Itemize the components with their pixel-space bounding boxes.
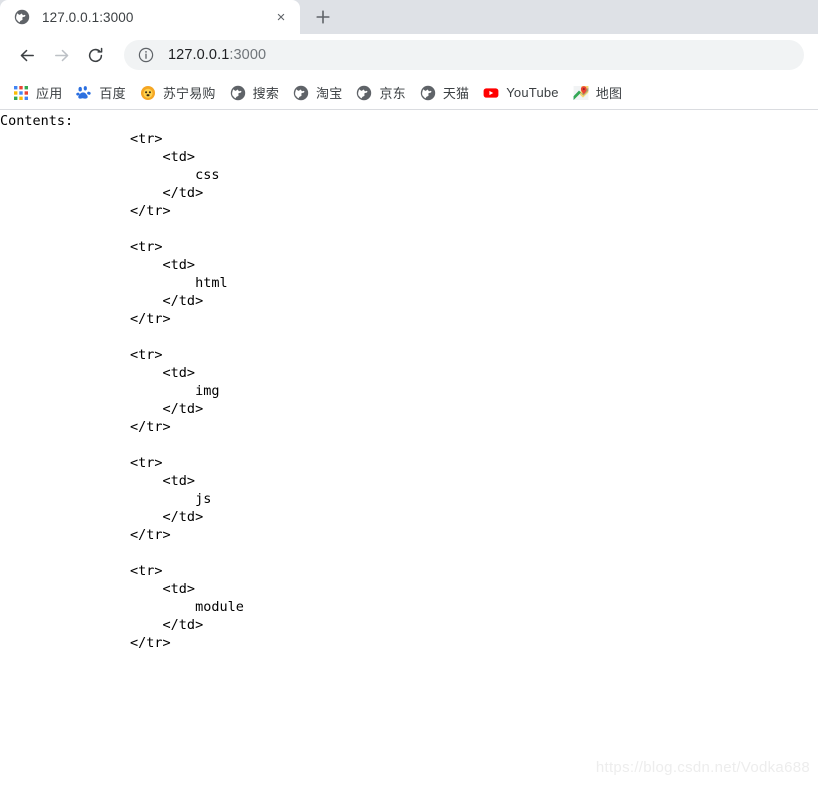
bookmark-apps[interactable]: 应用: [6, 80, 69, 106]
back-button[interactable]: [10, 38, 44, 72]
google-maps-icon: [573, 85, 589, 101]
globe-icon: [230, 85, 246, 101]
globe-icon: [14, 9, 30, 25]
bookmark-tmall[interactable]: 天猫: [413, 80, 476, 106]
reload-button[interactable]: [78, 38, 112, 72]
forward-button[interactable]: [44, 38, 78, 72]
bookmark-label: 天猫: [442, 86, 470, 101]
back-arrow-icon: [20, 49, 34, 61]
bookmark-jd[interactable]: 京东: [349, 80, 412, 106]
url-text: 127.0.0.1:3000: [168, 47, 266, 63]
url-port: :3000: [229, 47, 267, 63]
bookmark-label: 苏宁易购: [162, 86, 216, 101]
bookmark-label: 应用: [36, 86, 63, 101]
close-icon[interactable]: ×: [270, 6, 292, 28]
globe-icon: [293, 85, 309, 101]
address-bar[interactable]: 127.0.0.1:3000: [124, 40, 804, 70]
bookmark-label: 搜索: [252, 86, 280, 101]
browser-toolbar: 127.0.0.1:3000: [0, 34, 818, 76]
watermark-text: https://blog.csdn.net/Vodka688: [595, 759, 810, 776]
globe-icon: [356, 85, 372, 101]
baidu-paw-icon: [76, 85, 92, 101]
bookmark-suning[interactable]: 苏宁易购: [133, 80, 223, 106]
info-circle-icon[interactable]: [138, 47, 154, 63]
bookmark-label: 淘宝: [316, 86, 343, 101]
browser-tab-active[interactable]: 127.0.0.1:3000 ×: [0, 0, 300, 34]
plus-icon: [316, 10, 330, 24]
globe-icon: [420, 85, 436, 101]
url-host: 127.0.0.1: [168, 47, 230, 63]
bookmark-youtube[interactable]: YouTube: [476, 80, 566, 106]
bookmarks-bar: 应用 百度 苏宁易购 搜索 淘宝 京东 天猫 YouTube 地图: [0, 76, 818, 110]
bookmark-maps[interactable]: 地图: [566, 80, 629, 106]
bookmark-taobao[interactable]: 淘宝: [286, 80, 349, 106]
bookmark-label: YouTube: [506, 85, 559, 100]
bookmark-label: 百度: [99, 86, 126, 101]
tab-title: 127.0.0.1:3000: [42, 9, 134, 25]
suning-lion-icon: [140, 85, 156, 101]
bookmark-label: 京东: [379, 86, 406, 101]
tab-strip: 127.0.0.1:3000 ×: [0, 0, 818, 34]
youtube-icon: [483, 85, 499, 101]
bookmark-search[interactable]: 搜索: [223, 80, 286, 106]
bookmark-label: 地图: [595, 86, 623, 101]
new-tab-button[interactable]: [306, 3, 340, 31]
page-viewport: Contents: <tr> <td> css </td> </tr> <tr>…: [0, 110, 818, 788]
bookmark-baidu[interactable]: 百度: [69, 80, 132, 106]
page-source-listing: Contents: <tr> <td> css </td> </tr> <tr>…: [0, 113, 244, 651]
apps-grid-icon: [13, 85, 29, 101]
reload-icon: [88, 47, 102, 62]
forward-arrow-icon: [54, 49, 68, 61]
